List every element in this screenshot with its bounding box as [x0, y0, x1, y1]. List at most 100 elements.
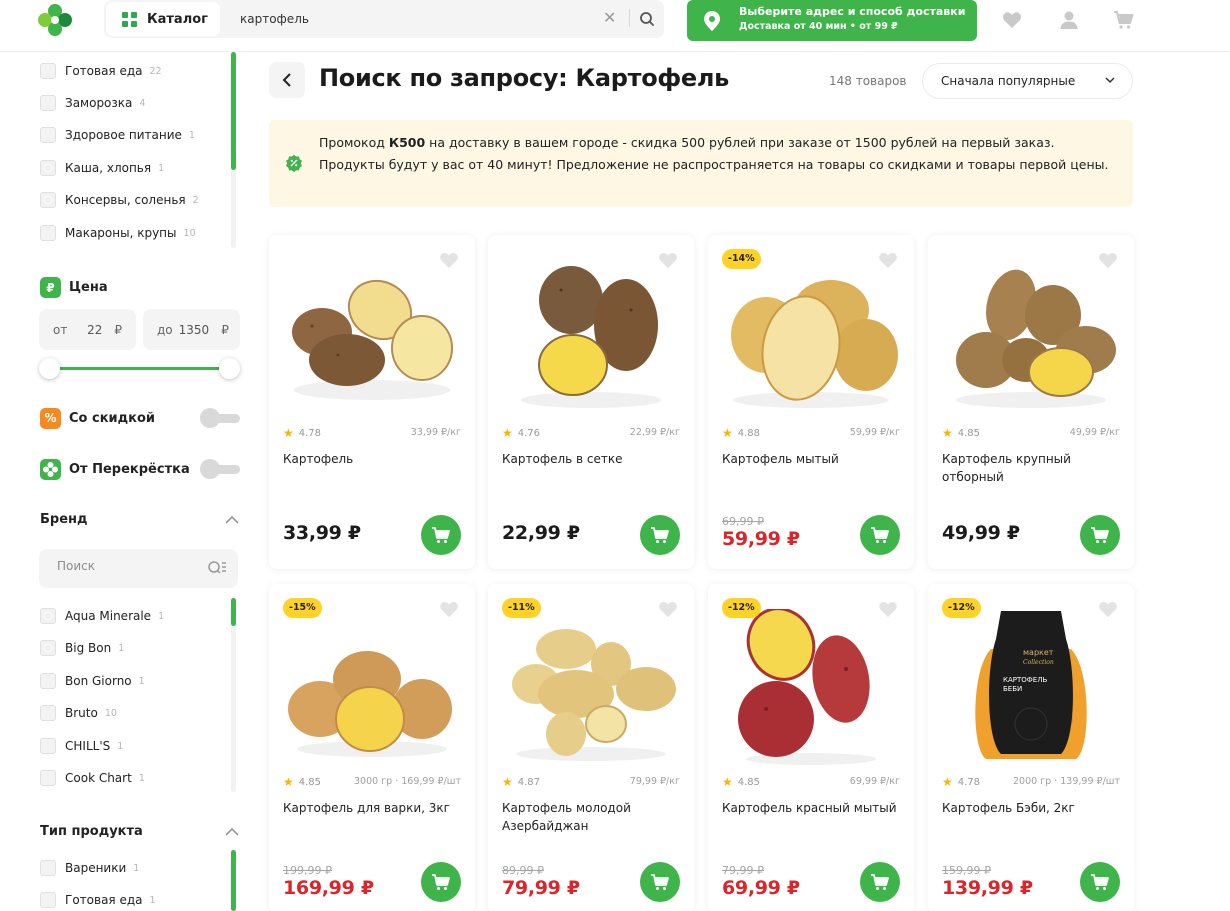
price-slider-max-handle[interactable]: [219, 358, 240, 379]
product-card[interactable]: -11% ★ 4.87 79,99 ₽/кг Картофель молодой …: [488, 584, 694, 911]
add-to-cart-button[interactable]: [640, 862, 680, 902]
heart-icon[interactable]: [657, 599, 679, 619]
add-to-cart-button[interactable]: [421, 515, 461, 555]
product-card[interactable]: -12% ★ 4.85 69,99 ₽/кг Картофель красный …: [708, 584, 914, 911]
sort-dropdown[interactable]: Сначала популярные: [922, 63, 1133, 99]
product-card[interactable]: маркет Collection КАРТОФЕЛЬ БЕБИ -12% ★ 4…: [928, 584, 1134, 911]
checkbox[interactable]: [40, 705, 56, 721]
category-filter-item[interactable]: Здоровое питание 1: [40, 126, 195, 144]
search-divider: [629, 9, 630, 27]
checkbox[interactable]: [40, 192, 56, 208]
product-name[interactable]: Картофель: [283, 450, 463, 468]
heart-icon[interactable]: [877, 250, 899, 270]
close-icon[interactable]: ✕: [603, 10, 616, 26]
discount-toggle-row[interactable]: % Со скидкой: [40, 407, 240, 429]
product-image[interactable]: [501, 260, 681, 420]
chevron-up-icon[interactable]: [225, 827, 239, 837]
product-image[interactable]: [282, 260, 462, 420]
price-from-field[interactable]: от 22 ₽: [39, 309, 136, 350]
category-filter-item[interactable]: Готовая еда 22: [40, 62, 162, 80]
product-name[interactable]: Картофель крупный отборный: [942, 450, 1122, 486]
own-brand-toggle[interactable]: [200, 459, 240, 479]
brand-filter-item[interactable]: Cook Chart 1: [40, 769, 145, 787]
checkbox[interactable]: [40, 770, 56, 786]
product-card[interactable]: -15% ★ 4.85 3000 гр · 169,99 ₽/шт Картофе…: [269, 584, 475, 911]
product-card[interactable]: ★ 4.85 49,99 ₽/кг Картофель крупный отбор…: [928, 235, 1134, 569]
product-image[interactable]: [941, 260, 1121, 420]
brand-filter-item[interactable]: CHILL'S 1: [40, 737, 123, 755]
add-to-cart-button[interactable]: [860, 862, 900, 902]
heart-icon[interactable]: [1000, 8, 1024, 32]
heart-icon[interactable]: [1097, 599, 1119, 619]
brand-search-input[interactable]: [57, 559, 197, 573]
product-image[interactable]: [721, 260, 901, 420]
checkbox[interactable]: [40, 160, 56, 176]
price-slider-track: [49, 367, 229, 370]
product-image[interactable]: [282, 609, 462, 769]
catalog-button[interactable]: Каталог: [106, 2, 220, 36]
percent-icon: %: [40, 407, 61, 429]
search-icon[interactable]: [637, 9, 657, 29]
add-to-cart-button[interactable]: [421, 862, 461, 902]
checkbox[interactable]: [40, 127, 56, 143]
search-input[interactable]: [240, 9, 585, 29]
back-button[interactable]: [269, 62, 305, 98]
results-count: 148 товаров: [829, 74, 907, 88]
checkbox[interactable]: [40, 673, 56, 689]
product-name[interactable]: Картофель красный мытый: [722, 799, 902, 817]
brand-filter-item[interactable]: Big Bon 1: [40, 639, 124, 657]
category-filter-item[interactable]: Консервы, соленья 2: [40, 191, 199, 209]
category-filter-item[interactable]: Каша, хлопья 1: [40, 159, 164, 177]
unit-price: 49,99 ₽/кг: [1069, 427, 1120, 438]
cart-icon: [1091, 874, 1109, 890]
perekrestok-logo[interactable]: [37, 3, 73, 37]
product-card[interactable]: ★ 4.76 22,99 ₽/кг Картофель в сетке 22,99…: [488, 235, 694, 569]
heart-icon[interactable]: [438, 599, 460, 619]
checkbox[interactable]: [40, 738, 56, 754]
checkbox[interactable]: [40, 63, 56, 79]
checkbox[interactable]: [40, 95, 56, 111]
product-name[interactable]: Картофель молодой Азербайджан: [502, 799, 682, 835]
search-filter-icon[interactable]: [207, 560, 227, 577]
delivery-address-button[interactable]: Выберите адрес и способ доставки Доставк…: [687, 0, 977, 41]
discount-toggle[interactable]: [200, 408, 240, 428]
price-slider-min-handle[interactable]: [39, 358, 60, 379]
product-type-filter-item[interactable]: Вареники 1: [40, 859, 139, 877]
product-image[interactable]: [721, 609, 901, 769]
category-filter-item[interactable]: Макароны, крупы 10: [40, 224, 196, 242]
product-image[interactable]: [501, 609, 681, 769]
checkbox[interactable]: [40, 640, 56, 656]
brand-filter-item[interactable]: Aqua Minerale 1: [40, 607, 164, 625]
checkbox[interactable]: [40, 860, 56, 876]
product-name[interactable]: Картофель Бэби, 2кг: [942, 799, 1122, 817]
add-to-cart-button[interactable]: [640, 515, 680, 555]
add-to-cart-button[interactable]: [1080, 862, 1120, 902]
brand-filter-item[interactable]: Bon Giorno 1: [40, 672, 145, 690]
brand-filter-item[interactable]: Bruto 10: [40, 704, 117, 722]
heart-icon[interactable]: [877, 599, 899, 619]
user-icon[interactable]: [1057, 8, 1081, 32]
product-name[interactable]: Картофель для варки, 3кг: [283, 799, 463, 817]
add-to-cart-button[interactable]: [1080, 515, 1120, 555]
product-name[interactable]: Картофель мытый: [722, 450, 902, 468]
category-filter-item[interactable]: Заморозка 4: [40, 94, 145, 112]
discount-badge: -14%: [722, 249, 761, 269]
checkbox[interactable]: [40, 608, 56, 624]
chevron-up-icon[interactable]: [225, 515, 239, 525]
checkbox[interactable]: [40, 892, 56, 908]
product-name[interactable]: Картофель в сетке: [502, 450, 682, 468]
product-type-filter-item[interactable]: Готовая еда 1: [40, 891, 156, 909]
checkbox[interactable]: [40, 225, 56, 241]
own-brand-toggle-row[interactable]: От Перекрёстка: [40, 458, 240, 480]
add-to-cart-button[interactable]: [860, 515, 900, 555]
product-card[interactable]: ★ 4.78 33,99 ₽/кг Картофель 33,99 ₽: [269, 235, 475, 569]
category-scrollbar[interactable]: [231, 52, 236, 248]
product-image[interactable]: маркет Collection КАРТОФЕЛЬ БЕБИ: [941, 609, 1121, 769]
product-card[interactable]: -14% ★ 4.88 59,99 ₽/кг Картофель мытый 69…: [708, 235, 914, 569]
old-price: 69,99 ₽: [722, 515, 764, 528]
product-type-scrollbar[interactable]: [231, 850, 236, 911]
cart-icon[interactable]: [1112, 8, 1136, 32]
price-to-field[interactable]: до 1350 ₽: [143, 309, 240, 350]
unit-price: 2000 гр · 139,99 ₽/шт: [1012, 776, 1120, 787]
brand-scrollbar[interactable]: [231, 598, 236, 792]
